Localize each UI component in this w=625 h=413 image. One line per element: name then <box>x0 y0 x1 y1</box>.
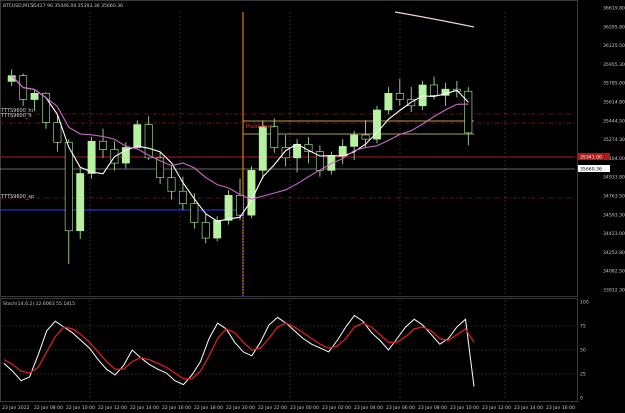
price-tick-label: 35955.30 <box>603 62 625 68</box>
oscillator-title: Stoch(14,6,2) 12.6063 55.1815 <box>3 301 75 307</box>
time-tick-label: 22 Jan 10:00 <box>66 405 95 411</box>
price-tick-label: 34423.00 <box>603 231 625 237</box>
time-tick-label: 23 Jan 06:00 <box>386 405 415 411</box>
time-tick-label: 23 Jan 14:00 <box>514 405 543 411</box>
level-tag-lt: TTTS9600_lt <box>0 113 32 119</box>
time-tick-label: 22 Jan 12:00 <box>98 405 127 411</box>
price-tick-label: 36295.80 <box>603 24 625 30</box>
candle <box>338 139 347 165</box>
osc-level-label: 50 <box>580 348 586 354</box>
candle <box>167 166 176 200</box>
price-tick-label: 35614.80 <box>603 100 625 106</box>
candle <box>452 80 461 98</box>
candles <box>7 69 473 265</box>
pivot-point-label: Pivot Point <box>246 124 276 130</box>
time-tick-label: 23 Jan 00:00 <box>290 405 319 411</box>
candle <box>464 87 473 146</box>
candle <box>350 130 359 160</box>
osc-level-label: 100 <box>580 300 589 306</box>
candle <box>99 128 107 158</box>
candle <box>407 87 416 113</box>
candle <box>373 105 381 144</box>
candle <box>64 139 73 265</box>
candle <box>247 166 256 219</box>
time-tick-label: 23 Jan 2022 <box>2 405 30 411</box>
price-tick-label: 35785.00 <box>603 81 625 87</box>
time-tick-label: 23 Jan 08:00 <box>418 405 447 411</box>
stoch-main-line <box>3 314 475 387</box>
candle <box>133 120 142 150</box>
osc-level-label: 25 <box>580 372 586 378</box>
time-tick-label: 22 Jan 16:00 <box>162 405 191 411</box>
time-tick-label: 23 Jan 02:00 <box>322 405 351 411</box>
price-tick-label: 36619.80 <box>603 6 625 12</box>
price-tick-label: 34933.80 <box>603 175 625 181</box>
price-tick-label: 34593.30 <box>603 212 625 218</box>
price-chart[interactable]: 100 75 50 25 0 36619.80 36295.80 36125.50 35955… <box>0 0 625 413</box>
price-axis: 36619.80 36295.80 36125.50 35955.30 35785.00… <box>603 6 625 294</box>
price-tick-label: 35274.30 <box>603 137 625 143</box>
time-tick-label: 23 Jan 10:00 <box>450 405 479 411</box>
chart-window[interactable]: 100 75 50 25 0 36619.80 36295.80 36125.50 35955… <box>0 0 625 413</box>
price-tick-label: 34763.50 <box>603 194 625 200</box>
candle <box>384 87 393 115</box>
time-tick-label: 22 Jan 18:00 <box>194 405 223 411</box>
price-tick-label: 34082.50 <box>603 269 625 275</box>
time-tick-label: 23 Jan 12:00 <box>482 405 511 411</box>
time-tick-label: 22 Jan 08:00 <box>34 405 63 411</box>
stochastic-oscillator: 100 75 50 25 0 <box>2 300 589 402</box>
price-tick-label: 35444.50 <box>603 118 625 124</box>
chart-title: BTCUSD,M15 <box>3 3 33 9</box>
current-price-value: 35660.36 <box>580 167 602 173</box>
stoch-signal-line <box>3 322 475 380</box>
time-axis: 23 Jan 2022 22 Jan 08:00 22 Jan 10:00 22 Ja… <box>2 405 575 411</box>
time-tick-label: 22 Jan 14:00 <box>130 405 159 411</box>
osc-level-label: 75 <box>580 324 586 330</box>
time-tick-label: 23 Jan 16:00 <box>546 405 575 411</box>
red-price-value: 35341.00 <box>580 155 602 161</box>
candle <box>201 214 210 244</box>
upper-curve <box>394 11 475 28</box>
candle <box>53 114 62 152</box>
time-tick-label: 23 Jan 04:00 <box>354 405 383 411</box>
candle <box>395 78 404 106</box>
candle <box>156 151 165 184</box>
time-tick-label: 22 Jan 22:00 <box>258 405 287 411</box>
candle <box>76 168 85 240</box>
candle <box>19 73 28 106</box>
ohlc-readout: 35427.90 35446.04 35393.36 35660.36 <box>31 3 123 9</box>
level-tag-sp: TTTS9600_sp <box>0 194 34 200</box>
price-tick-label: 36125.50 <box>603 43 625 49</box>
osc-level-label: 0 <box>580 396 583 402</box>
price-tick-label: 33912.30 <box>603 288 625 294</box>
time-tick-label: 22 Jan 20:00 <box>226 405 255 411</box>
price-tick-label: 34252.80 <box>603 250 625 256</box>
